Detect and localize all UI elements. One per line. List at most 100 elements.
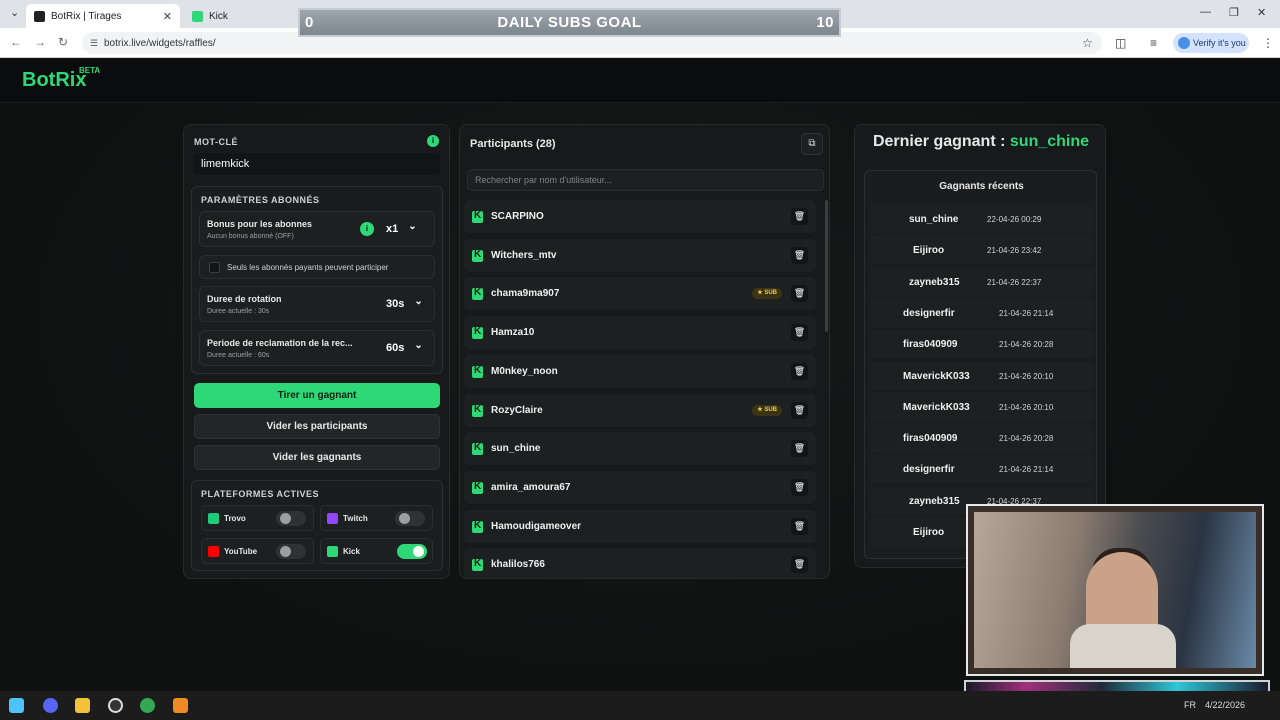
streamer-shirt [1070,624,1176,668]
twitch-icon [327,513,338,524]
webcam-feed [974,512,1256,668]
profile-icon [1178,37,1190,49]
clear-participants-button[interactable]: Vider les participants [194,414,440,439]
verify-label: Verify it's you [1193,38,1246,48]
participant-name: Hamza10 [491,327,535,339]
draw-winner-button[interactable]: Tirer un gagnant [194,383,440,408]
copy-icon[interactable]: ⧉ [801,133,823,155]
delete-participant-icon[interactable]: 🗑 [791,440,808,458]
platform-name: Trovo [224,513,246,523]
logo-text: BotRix [22,69,87,91]
winner-name: Eijiroo [913,527,945,538]
bonus-multiplier-select[interactable]: x1 [386,223,417,235]
rotation-subtitle: Duree actuelle : 30s [207,308,270,315]
bonus-title: Bonus pour les abonnes [207,219,313,229]
winner-row: sun_chine 22-04-26 00:29 [869,205,1093,233]
delete-participant-icon[interactable]: 🗑 [791,324,808,342]
participants-list: SCARPINO🗑Witchers_mtv🗑chama9ma907★ SUB🗑H… [460,200,825,578]
extensions-icon[interactable]: ◫ [1115,36,1126,50]
participant-row: Witchers_mtv 🗑 [464,238,816,272]
delete-participant-icon[interactable]: 🗑 [791,556,808,574]
recent-winners-title: Gagnants récents [939,181,1024,192]
kick-toggle[interactable] [397,544,427,559]
tab-botrix[interactable]: BotRix | Tirages ✕ [26,4,180,28]
kick-icon [472,249,483,262]
clock-date[interactable]: 4/22/2026 [1205,700,1245,710]
scrollbar[interactable] [825,200,828,332]
back-icon[interactable]: ← [10,35,22,49]
participant-name: SCARPINO [491,211,544,222]
delete-participant-icon[interactable]: 🗑 [791,285,808,303]
botrix-logo[interactable]: BotRix BETA [22,66,100,92]
platforms-section: PLATEFORMES ACTIVES Trovo Twitch YouTube… [191,480,443,571]
winner-time: 21-04-26 23:42 [987,246,1042,256]
menu-icon[interactable]: ⋮ [1262,36,1274,50]
participant-name: RozyClaire [491,404,543,416]
bonus-info-icon[interactable]: i [360,222,374,236]
close-window-icon[interactable]: ✕ [1257,6,1266,19]
bonus-setting: Bonus pour les abonnes Aucun bonus abonn… [199,211,435,247]
bookmark-star-icon[interactable]: ☆ [1082,36,1093,50]
platforms-label: PLATEFORMES ACTIVES [201,489,320,499]
paid-only-label: Seuls les abonnés payants peuvent partic… [227,263,389,272]
media-controls-icon[interactable]: ≡ [1150,36,1157,50]
taskbar: FR 4/22/2026 [0,691,1280,720]
winner-time: 21-04-26 21:14 [999,465,1054,475]
delete-participant-icon[interactable]: 🗑 [791,517,808,535]
participant-search-input[interactable]: Rechercher par nom d'utilisateur... [467,169,824,191]
winner-time: 22-04-26 00:29 [987,215,1042,224]
app-header: BotRix BETA [0,59,1280,103]
kick-icon [327,546,338,557]
trovo-toggle[interactable] [276,511,306,526]
bonus-subtitle: Aucun bonus abonné (OFF) [207,233,294,240]
chrome-icon[interactable] [140,698,155,713]
site-info-icon[interactable]: ☰ [90,38,98,49]
obs-icon[interactable] [108,698,123,713]
last-winner-label: Dernier gagnant : [872,133,1006,150]
goal-title: DAILY SUBS GOAL [497,14,642,31]
winner-time: 21-04-26 20:28 [999,434,1054,444]
reload-icon[interactable]: ↻ [58,35,68,49]
windows-start-icon[interactable] [9,698,24,713]
restore-icon[interactable]: ❐ [1229,6,1239,19]
close-tab-icon[interactable]: ✕ [163,10,172,23]
info-icon[interactable]: i [427,135,439,147]
clear-winners-button[interactable]: Vider les gagnants [194,445,440,470]
vlc-icon[interactable] [173,698,188,713]
delete-participant-icon[interactable]: 🗑 [791,401,808,419]
winner-row: designerfir 21-04-26 21:14 [869,455,1093,484]
delete-participant-icon[interactable]: 🗑 [791,246,808,264]
winner-time: 21-04-26 22:37 [987,277,1042,287]
delete-participant-icon[interactable]: 🗑 [791,478,808,496]
language-indicator[interactable]: FR [1184,700,1196,710]
claim-title: Periode de reclamation de la rec... [207,338,353,348]
file-explorer-icon[interactable] [75,698,90,713]
rotation-select[interactable]: 30s [386,298,423,310]
goal-target: 10 [816,14,834,31]
participant-row: M0nkey_noon 🗑 [464,354,816,388]
winner-time: 21-04-26 20:10 [999,371,1054,381]
youtube-toggle[interactable] [276,544,306,559]
delete-participant-icon[interactable]: 🗑 [791,208,808,225]
winner-row: firas040909 21-04-26 20:28 [869,424,1093,453]
minimize-icon[interactable]: — [1200,6,1211,18]
sub-badge: ★ SUB [752,404,782,416]
kick-icon [472,404,483,417]
paid-only-checkbox[interactable] [209,262,220,273]
kick-icon [472,481,483,494]
winner-time: 21-04-26 21:14 [999,308,1054,318]
daily-subs-goal-overlay: 0 DAILY SUBS GOAL 10 [298,8,841,37]
claim-period-select[interactable]: 60s [386,342,423,354]
keyword-input[interactable]: limemkick [194,153,440,175]
kick-icon [472,326,483,340]
participant-name: sun_chine [491,443,541,455]
winner-name: zayneb315 [909,276,960,288]
paid-only-row[interactable]: Seuls les abonnés payants peuvent partic… [199,255,435,279]
delete-participant-icon[interactable]: 🗑 [791,362,808,380]
twitch-toggle[interactable] [395,511,425,526]
webcam-overlay [966,504,1264,676]
discord-icon[interactable] [43,698,58,713]
forward-icon[interactable]: → [34,35,46,49]
verify-button[interactable]: Verify it's you [1173,33,1249,53]
tab-list-icon[interactable]: ⌄ [10,6,19,19]
